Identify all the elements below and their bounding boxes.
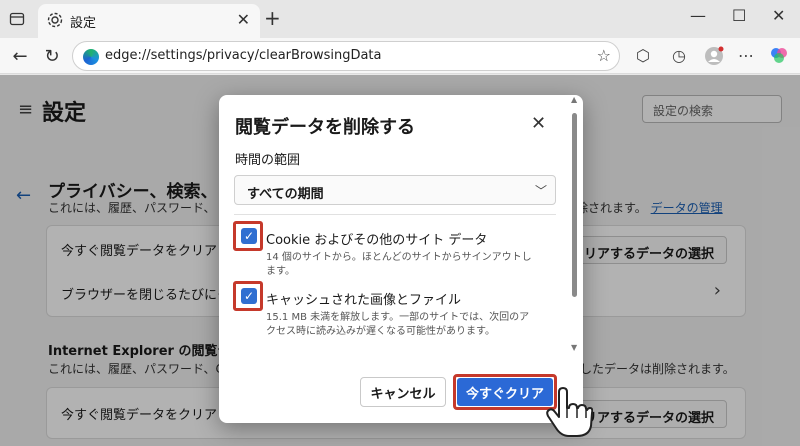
more-menu-icon[interactable]: ⋯ <box>738 46 754 65</box>
clear-browsing-data-dialog: 閲覧データを削除する ✕ 時間の範囲 すべての期間 ﹀ ✓ Cookie および… <box>219 95 583 423</box>
title-bar: 設定 ✕ + — ☐ ✕ <box>0 0 800 38</box>
scrollbar-thumb[interactable] <box>572 113 577 297</box>
cookies-option-title: Cookie およびその他のサイト データ <box>266 233 488 248</box>
tab-title: 設定 <box>70 16 97 31</box>
copilot-icon[interactable] <box>770 46 788 68</box>
clear-now-button[interactable]: 今すぐクリア <box>457 378 553 406</box>
divider <box>234 214 556 215</box>
toolbar: ← ↻ edge://settings/privacy/clearBrowsin… <box>0 38 800 74</box>
history-icon[interactable]: ◷ <box>672 46 686 65</box>
cookies-option-subtitle: 14 個のサイトから。ほとんどのサイトからサインアウトします。 <box>266 252 532 277</box>
time-range-select[interactable]: すべての期間 ﹀ <box>234 175 556 205</box>
minimize-icon[interactable]: — <box>690 6 706 25</box>
hand-pointer-icon <box>545 386 594 438</box>
gear-icon <box>46 11 64 29</box>
back-icon[interactable]: ← <box>8 44 32 68</box>
maximize-icon[interactable]: ☐ <box>732 6 746 25</box>
cache-checkbox[interactable]: ✓ <box>241 288 257 304</box>
close-window-icon[interactable]: ✕ <box>772 6 785 25</box>
cache-option-subtitle: 15.1 MB 未満を解放します。一部のサイトでは、次回のアクセス時に読み込みが… <box>266 312 530 337</box>
profile-avatar-icon[interactable] <box>704 46 724 70</box>
cache-option-title: キャッシュされた画像とファイル <box>266 293 462 308</box>
time-range-value: すべての期間 <box>247 187 324 202</box>
favorite-star-icon[interactable]: ☆ <box>597 46 611 65</box>
tab-close-icon[interactable]: ✕ <box>237 10 250 29</box>
scroll-down-arrow[interactable]: ▼ <box>571 343 577 352</box>
url-text: edge://settings/privacy/clearBrowsingDat… <box>105 48 382 63</box>
refresh-icon[interactable]: ↻ <box>40 44 64 68</box>
chevron-down-icon: ﹀ <box>534 184 547 198</box>
time-range-label: 時間の範囲 <box>235 153 301 168</box>
cancel-button[interactable]: キャンセル <box>360 377 446 407</box>
close-icon[interactable]: ✕ <box>531 113 546 134</box>
tab-actions-icon[interactable] <box>6 8 28 30</box>
tab-settings[interactable]: 設定 ✕ <box>38 4 260 38</box>
scroll-up-arrow[interactable]: ▲ <box>571 95 577 104</box>
extensions-icon[interactable]: ⬡ <box>636 46 650 65</box>
edge-logo-icon <box>83 49 99 65</box>
cookies-checkbox[interactable]: ✓ <box>241 228 257 244</box>
dialog-title: 閲覧データを削除する <box>235 117 415 138</box>
new-tab-icon[interactable]: + <box>264 6 281 30</box>
address-bar[interactable]: edge://settings/privacy/clearBrowsingDat… <box>72 41 620 71</box>
